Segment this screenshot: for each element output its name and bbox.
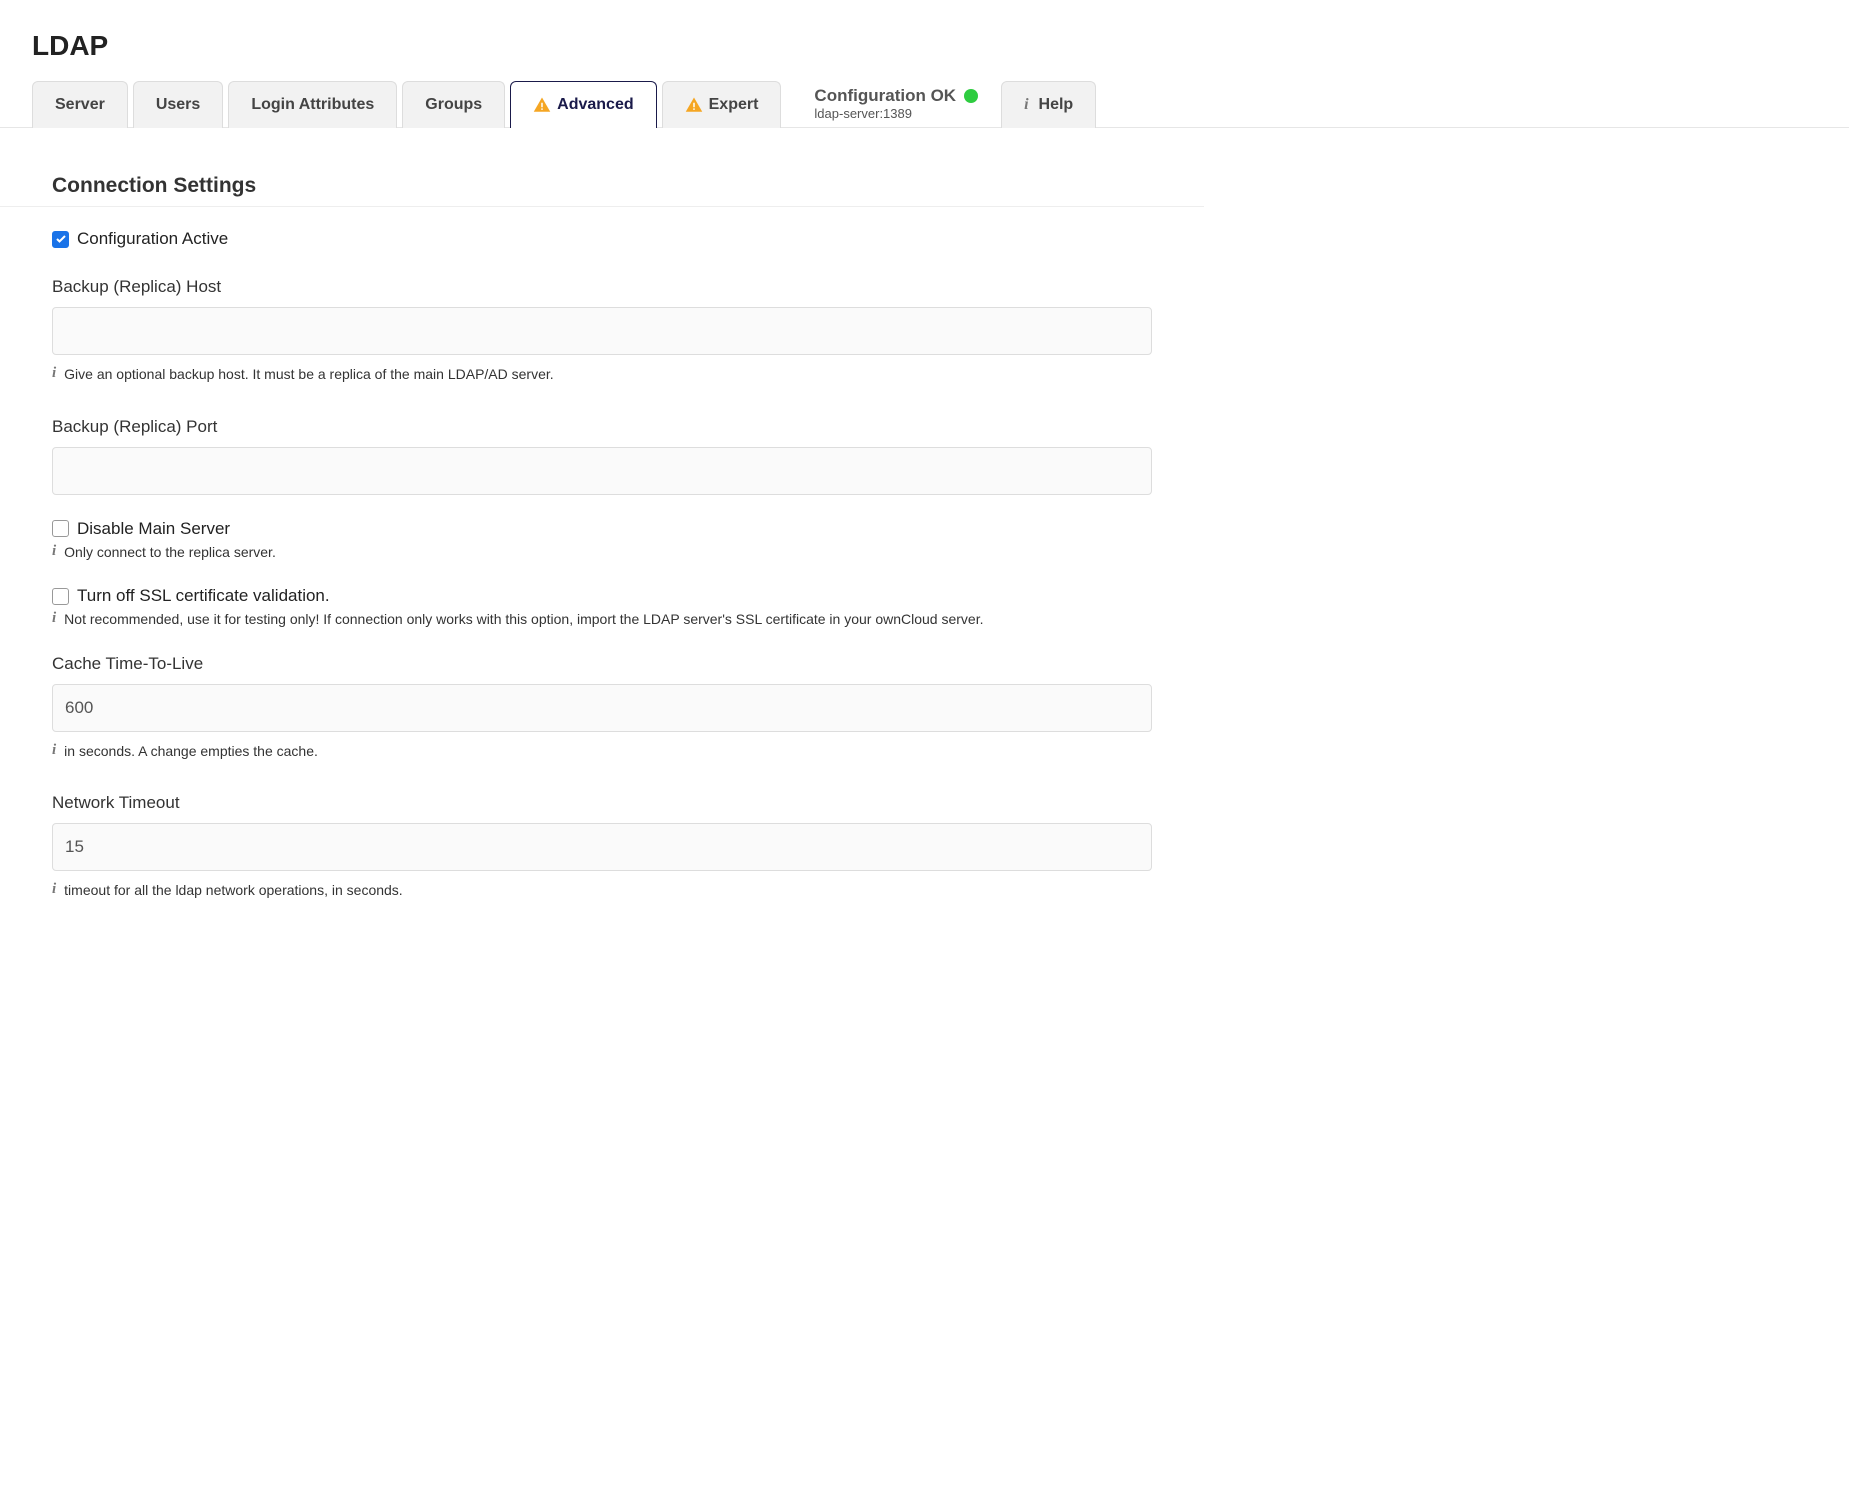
disable-main-hint: i Only connect to the replica server. — [52, 543, 1152, 563]
status-box: Configuration OK ldap-server:1389 — [786, 80, 996, 127]
backup-port-input[interactable] — [52, 447, 1152, 495]
backup-host-input[interactable] — [52, 307, 1152, 355]
config-active-label: Configuration Active — [77, 229, 228, 249]
tab-label: Help — [1039, 96, 1074, 114]
status-indicator-icon — [964, 89, 978, 103]
tab-bar: Server Users Login Attributes Groups Adv… — [0, 80, 1849, 128]
hint-text: timeout for all the ldap network operati… — [64, 881, 403, 901]
info-icon: i — [52, 544, 56, 559]
warning-icon — [685, 96, 703, 114]
hint-text: Give an optional backup host. It must be… — [64, 365, 553, 385]
section-title: Connection Settings — [52, 174, 1152, 198]
config-active-checkbox[interactable] — [52, 231, 69, 248]
ssl-off-label: Turn off SSL certificate validation. — [77, 586, 330, 606]
tab-advanced[interactable]: Advanced — [510, 81, 656, 128]
cache-ttl-input[interactable] — [52, 684, 1152, 732]
info-icon: i — [52, 611, 56, 626]
info-icon: i — [52, 366, 56, 381]
tab-users[interactable]: Users — [133, 81, 223, 128]
tab-label: Expert — [709, 96, 759, 114]
info-icon: i — [52, 882, 56, 897]
ssl-off-row: Turn off SSL certificate validation. — [52, 586, 1152, 606]
status-sub: ldap-server:1389 — [814, 106, 978, 121]
hint-text: Only connect to the replica server. — [64, 543, 276, 563]
status-label: Configuration OK — [814, 86, 956, 106]
hint-text: in seconds. A change empties the cache. — [64, 742, 318, 762]
page-title: LDAP — [32, 30, 1849, 62]
disable-main-checkbox[interactable] — [52, 520, 69, 537]
ssl-off-checkbox[interactable] — [52, 588, 69, 605]
backup-port-label: Backup (Replica) Port — [52, 417, 1152, 437]
info-icon: i — [52, 743, 56, 758]
tab-groups[interactable]: Groups — [402, 81, 505, 128]
network-timeout-label: Network Timeout — [52, 793, 1152, 813]
tab-server[interactable]: Server — [32, 81, 128, 128]
tab-login-attributes[interactable]: Login Attributes — [228, 81, 397, 128]
cache-ttl-hint: i in seconds. A change empties the cache… — [52, 742, 1152, 762]
ssl-off-hint: i Not recommended, use it for testing on… — [52, 610, 1152, 630]
backup-host-hint: i Give an optional backup host. It must … — [52, 365, 1152, 385]
info-icon: i — [1024, 96, 1028, 114]
tab-label: Advanced — [557, 96, 633, 114]
cache-ttl-label: Cache Time-To-Live — [52, 654, 1152, 674]
network-timeout-input[interactable] — [52, 823, 1152, 871]
disable-main-row: Disable Main Server — [52, 519, 1152, 539]
network-timeout-hint: i timeout for all the ldap network opera… — [52, 881, 1152, 901]
hint-text: Not recommended, use it for testing only… — [64, 610, 983, 630]
config-active-row: Configuration Active — [52, 229, 1152, 249]
tab-help[interactable]: i Help — [1001, 81, 1096, 128]
backup-host-label: Backup (Replica) Host — [52, 277, 1152, 297]
disable-main-label: Disable Main Server — [77, 519, 230, 539]
divider — [0, 206, 1204, 207]
warning-icon — [533, 96, 551, 114]
tab-expert[interactable]: Expert — [662, 81, 782, 128]
